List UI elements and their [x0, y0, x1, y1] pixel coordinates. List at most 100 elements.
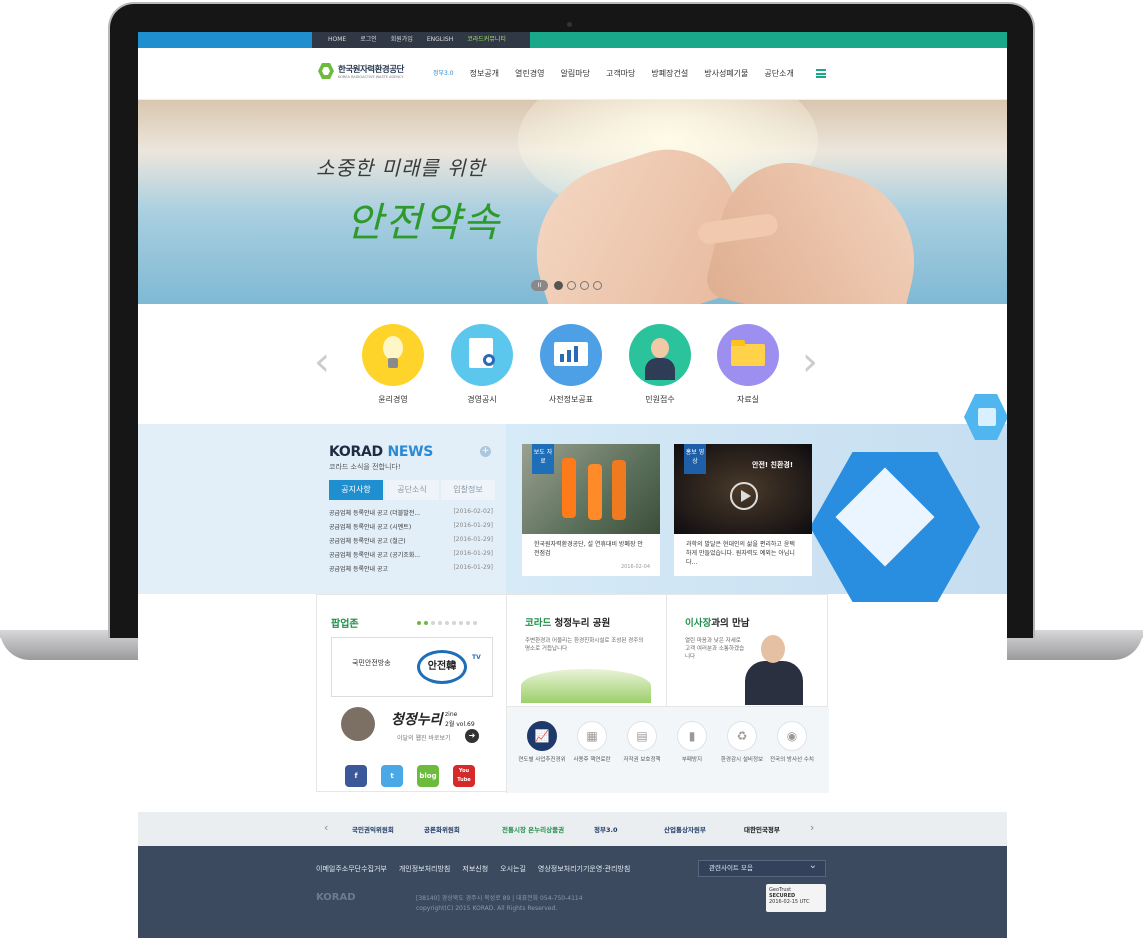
tab-bid-info[interactable]: 입찰정보	[441, 480, 495, 500]
quick-item-disclosure[interactable]: 경영공시	[442, 324, 522, 405]
footer-link-cctv[interactable]: 영상정보처리기기운영·관리방침	[538, 864, 630, 874]
popup-dot[interactable]	[431, 621, 435, 625]
login-link[interactable]: 로그인	[360, 32, 377, 48]
info-item-radiation[interactable]: ◉ 전국의 방사선 수치	[767, 721, 817, 764]
play-icon[interactable]	[730, 482, 758, 510]
quick-item-label: 경영공시	[467, 395, 497, 404]
webzine-link[interactable]: 이달의 웹진 바로보기	[397, 733, 451, 742]
blog-icon[interactable]: blog	[417, 765, 439, 787]
ceo-panel[interactable]: 이사장과의 만남 열린 마음과 낮은 자세로 고객 여러분과 소통하겠습니다	[667, 595, 827, 707]
ceo-description: 열린 마음과 낮은 자세로 고객 여러분과 소통하겠습니다	[685, 638, 745, 660]
community-link[interactable]: 코라드커뮤니티	[467, 32, 506, 48]
footer-link-report[interactable]: 저보신청	[462, 864, 488, 874]
slide-dot-2[interactable]	[567, 281, 576, 290]
quick-next-arrow-icon[interactable]: ›	[802, 339, 818, 385]
nav-item-construction[interactable]: 방폐장건설	[651, 68, 688, 79]
footer-link-directions[interactable]: 오시는길	[500, 864, 526, 874]
partner-prev-arrow-icon[interactable]: ‹	[324, 821, 328, 834]
facebook-icon[interactable]: f	[345, 765, 367, 787]
news-more-icon[interactable]: +	[480, 446, 491, 457]
hero-title: 안전약속	[346, 200, 502, 246]
info-item-copyright[interactable]: ▤ 저작권 보호정책	[617, 721, 667, 764]
nav-item-management[interactable]: 열린경영	[515, 68, 544, 79]
twitter-icon[interactable]: t	[381, 765, 403, 787]
related-sites-select[interactable]: 관련사이트 모음	[698, 858, 826, 877]
nav-item-waste[interactable]: 방사성폐기물	[704, 68, 748, 79]
list-item[interactable]: 공급업체 등록안내 공고 (시멘트) [2016-01-29]	[329, 522, 493, 536]
list-item[interactable]: 공급업체 등록안내 공고 (더블발전... [2016-02-02]	[329, 508, 493, 522]
quick-item-preinfo[interactable]: 사전정보공표	[531, 324, 611, 405]
pause-button[interactable]: II	[531, 280, 548, 291]
partner-acrc[interactable]: 국민권익위원회	[352, 824, 394, 834]
list-item[interactable]: 공급업체 등록안내 공고 (철근) [2016-01-29]	[329, 536, 493, 550]
slider-controls: II	[531, 280, 606, 291]
partner-korea-gov[interactable]: 대한민국정부	[744, 824, 780, 834]
popup-banner[interactable]: 국민안전방송 안전韓 TV	[331, 637, 493, 697]
notice-title: 공급업체 등록안내 공고	[329, 566, 389, 573]
slide-dot-3[interactable]	[580, 281, 589, 290]
list-item[interactable]: 공급업체 등록안내 공고 (공기조화... [2016-01-29]	[329, 550, 493, 564]
popup-dot[interactable]	[445, 621, 449, 625]
nav-item-info[interactable]: 정보공개	[470, 68, 499, 79]
info-item-label: 사용후 핵연료란	[573, 757, 611, 763]
info-item-label: 저작권 보호정책	[623, 757, 661, 763]
webzine-banner[interactable]: 청정누리 zine 2월 vol.69 이달의 웹진 바로보기 ➜	[341, 707, 491, 755]
book-icon: ▤	[627, 721, 657, 751]
popup-dot[interactable]	[459, 621, 463, 625]
person-icon	[629, 324, 691, 386]
slide-dot-4[interactable]	[593, 281, 602, 290]
footer-link-privacy[interactable]: 개인정보처리방침	[399, 864, 451, 874]
info-item-history[interactable]: 📈 연도별 사업추진경위	[517, 721, 567, 764]
signup-link[interactable]: 회원가입	[391, 32, 413, 48]
partner-gov3[interactable]: 정부3.0	[594, 824, 617, 834]
press-photo: 보도 자료	[522, 444, 660, 534]
quick-item-archive[interactable]: 자료실	[708, 324, 788, 405]
hamburger-menu-icon[interactable]	[816, 69, 826, 78]
partner-onnuri[interactable]: 전통시장 온누리상품권	[502, 824, 564, 834]
tab-agency-news[interactable]: 공단소식	[385, 480, 439, 500]
partner-next-arrow-icon[interactable]: ›	[810, 821, 814, 834]
news-section: KORAD NEWS 코라드 소식을 전합니다! + 공지사항 공단소식 입찰정…	[138, 424, 1007, 602]
quick-prev-arrow-icon[interactable]: ‹	[314, 339, 330, 385]
popup-dot[interactable]	[417, 621, 421, 625]
info-item-environment[interactable]: ♻ 환경감시 설비정보	[717, 721, 767, 764]
footer-copyright: copyright(C) 2015 KORAD. All Rights Rese…	[416, 905, 558, 912]
security-certificate-badge[interactable]: GeoTrust SECURED 2016-02-15 UTC	[766, 884, 826, 912]
popup-dot[interactable]	[438, 621, 442, 625]
park-title: 코라드 청정누리 공원	[525, 615, 610, 629]
list-item[interactable]: 공급업체 등록안내 공고 [2016-01-29]	[329, 564, 493, 578]
info-item-anticorruption[interactable]: ▮ 부패방지	[667, 721, 717, 764]
quick-item-complaint[interactable]: 민원접수	[620, 324, 700, 405]
webzine-title: 청정누리	[391, 712, 443, 728]
tab-notice[interactable]: 공지사항	[329, 480, 383, 500]
popup-dot[interactable]	[452, 621, 456, 625]
quick-item-ethics[interactable]: 윤리경영	[353, 324, 433, 405]
youtube-icon[interactable]: You Tube	[453, 765, 475, 787]
slide-dot-1[interactable]	[554, 281, 563, 290]
utility-bar: HOME 로그인 회원가입 ENGLISH 코라드커뮤니티	[138, 32, 1007, 48]
partner-motie[interactable]: 산업통상자원부	[664, 824, 706, 834]
nav-item-about[interactable]: 공단소개	[764, 68, 793, 79]
tv-logo-icon: 안전韓	[417, 650, 467, 684]
tie-icon: ▮	[677, 721, 707, 751]
promo-video-card[interactable]: 안전! 친환경! 홍보 영상 과학의 발달은 현대인의 삶을 편리하고 윤택하게…	[674, 444, 812, 576]
info-item-spent-fuel[interactable]: ▦ 사용후 핵연료란	[567, 721, 617, 764]
popup-dot[interactable]	[424, 621, 428, 625]
nav-item-news[interactable]: 알림마당	[561, 68, 590, 79]
nav-item-customer[interactable]: 고객마당	[606, 68, 635, 79]
home-link[interactable]: HOME	[328, 32, 346, 48]
notice-date: [2016-01-29]	[453, 564, 493, 571]
arrow-right-icon[interactable]: ➜	[465, 729, 479, 743]
webzine-thumbnail	[341, 707, 375, 741]
press-release-card[interactable]: 보도 자료 한국원자력환경공단, 설 연휴대비 방폐장 안전점검 2016-02…	[522, 444, 660, 576]
footer-link-email[interactable]: 이메일주소무단수집거부	[316, 864, 387, 874]
press-card-date: 2016-02-04	[620, 564, 650, 570]
english-link[interactable]: ENGLISH	[427, 32, 453, 48]
popup-dot[interactable]	[473, 621, 477, 625]
main-nav: 정부3.0 정보공개 열린경영 알림마당 고객마당 방폐장건설 방사성폐기물 공…	[433, 68, 810, 79]
quick-menu: ‹ › 윤리경영 경영공시 사전정보공표 민원접수 자료실	[138, 304, 1007, 424]
popup-dot[interactable]	[466, 621, 470, 625]
park-panel[interactable]: 코라드 청정누리 공원 주변환경과 어울리는 환경친화시설로 조성된 경주의 명…	[507, 595, 667, 707]
site-logo[interactable]: 한국원자력환경공단 KOREA RADIOACTIVE WASTE AGENCY	[318, 63, 404, 79]
partner-public-forum[interactable]: 공론화위원회	[424, 824, 460, 834]
